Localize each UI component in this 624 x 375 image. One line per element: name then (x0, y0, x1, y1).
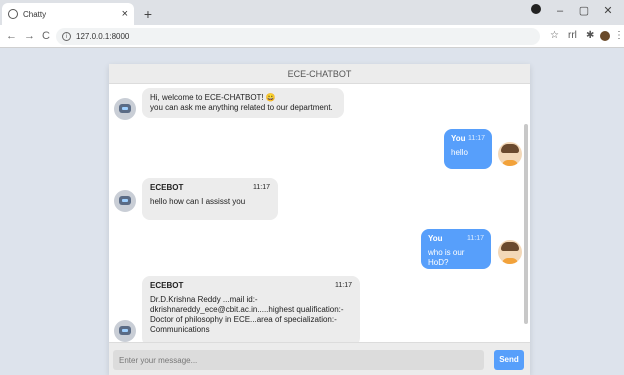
puzzle-icon[interactable]: ✱ (586, 30, 594, 42)
message-text: who is our HoD? (428, 248, 465, 267)
message-time: 11:17 (467, 235, 484, 242)
bookmark-star-icon[interactable]: ☆ (550, 30, 559, 42)
close-window-button[interactable]: ✕ (596, 4, 620, 17)
send-button[interactable]: Send (494, 350, 524, 370)
sender-name: ECEBOT (150, 281, 184, 290)
user-message: You 11:17 who is our HoD? (421, 229, 491, 269)
minimize-button[interactable]: – (548, 5, 572, 17)
message-time: 11:17 (468, 135, 485, 142)
user-avatar (498, 142, 522, 166)
sender-name: ECEBOT (150, 183, 184, 192)
forward-button[interactable]: → (24, 29, 35, 43)
info-icon[interactable]: i (62, 32, 71, 41)
url-field[interactable]: i 127.0.0.1:8000 (56, 28, 540, 45)
record-icon[interactable] (524, 4, 548, 17)
user-message: You 11:17 hello (444, 129, 492, 169)
close-tab-icon[interactable]: × (122, 8, 128, 20)
message-text: Hi, welcome to ECE-CHATBOT! 😀 (150, 93, 276, 102)
user-avatar (498, 240, 522, 264)
bot-avatar (114, 190, 136, 212)
message-text: Doctor of philosophy in ECE...area of sp… (150, 315, 337, 324)
message-text: Dr.D.Krishna Reddy ...mail id:- (150, 295, 258, 304)
browser-tab-bar: Chatty × + – ▢ ✕ (0, 0, 624, 25)
tab-title: Chatty (23, 9, 47, 19)
browser-tab[interactable]: Chatty × (2, 3, 134, 25)
new-tab-button[interactable]: + (140, 6, 156, 22)
url-text: 127.0.0.1:8000 (76, 32, 130, 41)
address-bar: ← → C i 127.0.0.1:8000 ☆ rrl ✱ ⋮ (0, 25, 624, 48)
menu-icon[interactable]: ⋮ (614, 30, 624, 42)
message-time: 11:17 (335, 282, 352, 289)
sender-name: You (428, 234, 443, 243)
message-text: dkrishnareddy_ece@cbit.ac.in.....highest… (150, 305, 344, 314)
bot-avatar (114, 320, 136, 342)
profile-avatar-icon[interactable] (600, 31, 610, 41)
message-text: hello (451, 148, 468, 157)
bot-avatar (114, 98, 136, 120)
chat-window: ECE-CHATBOT Hi, welcome to ECE-CHATBOT! … (109, 64, 530, 375)
chat-messages[interactable]: Hi, welcome to ECE-CHATBOT! 😀 you can as… (109, 84, 530, 342)
message-time: 11:17 (253, 184, 270, 191)
message-text: you can ask me anything related to our d… (150, 103, 333, 112)
window-controls: – ▢ ✕ (524, 4, 620, 17)
message-text: hello how can I assisst you (150, 197, 246, 206)
maximize-button[interactable]: ▢ (572, 4, 596, 17)
bot-message: Hi, welcome to ECE-CHATBOT! 😀 you can as… (142, 88, 344, 118)
chat-header: ECE-CHATBOT (109, 64, 530, 84)
bot-message: ECEBOT 11:17 hello how can I assisst you (142, 178, 278, 220)
reload-button[interactable]: C (42, 29, 50, 43)
back-button[interactable]: ← (6, 29, 17, 43)
globe-icon (8, 9, 18, 19)
message-input-bar: Send (109, 342, 530, 375)
message-text: Communications (150, 325, 210, 334)
bot-message: ECEBOT 11:17 Dr.D.Krishna Reddy ...mail … (142, 276, 360, 342)
sender-name: You (451, 134, 466, 143)
scrollbar[interactable] (524, 124, 528, 324)
extension-icon[interactable]: rrl (568, 30, 577, 42)
message-input[interactable] (113, 350, 484, 370)
